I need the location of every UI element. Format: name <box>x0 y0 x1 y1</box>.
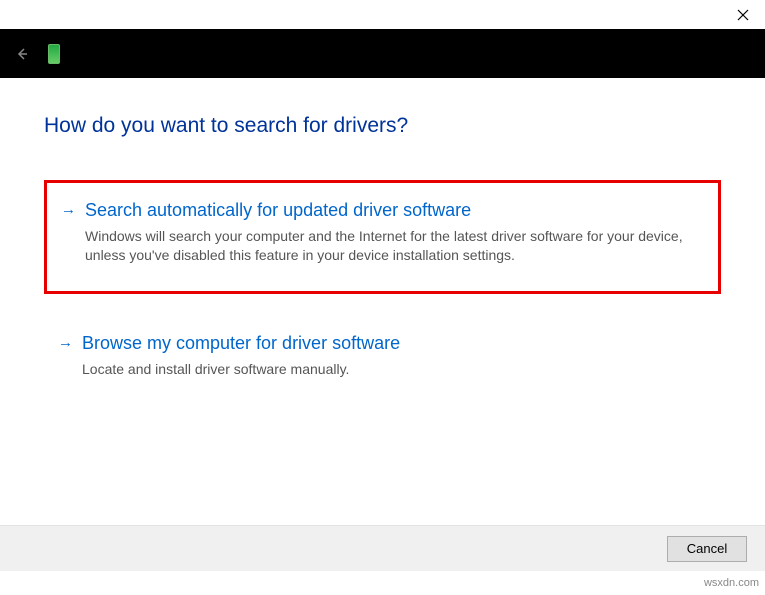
option-title: Browse my computer for driver software <box>82 330 707 356</box>
cancel-button[interactable]: Cancel <box>667 536 747 562</box>
option-search-automatically[interactable]: → Search automatically for updated drive… <box>44 180 721 294</box>
option-browse-computer[interactable]: → Browse my computer for driver software… <box>44 318 721 397</box>
close-button[interactable] <box>720 0 765 30</box>
watermark: wsxdn.com <box>704 577 759 589</box>
arrow-right-icon: → <box>58 330 72 356</box>
option-description: Windows will search your computer and th… <box>85 227 704 265</box>
wizard-content: How do you want to search for drivers? →… <box>0 78 765 397</box>
option-description: Locate and install driver software manua… <box>82 360 707 379</box>
arrow-right-icon: → <box>61 197 75 223</box>
page-title: How do you want to search for drivers? <box>44 114 721 138</box>
dialog-footer: Cancel <box>0 525 765 571</box>
navigation-bar <box>0 30 765 78</box>
back-button[interactable] <box>12 47 32 61</box>
close-icon <box>737 9 749 21</box>
window-titlebar <box>0 0 765 30</box>
option-title: Search automatically for updated driver … <box>85 197 704 223</box>
device-icon <box>48 44 60 64</box>
back-arrow-icon <box>15 47 29 61</box>
